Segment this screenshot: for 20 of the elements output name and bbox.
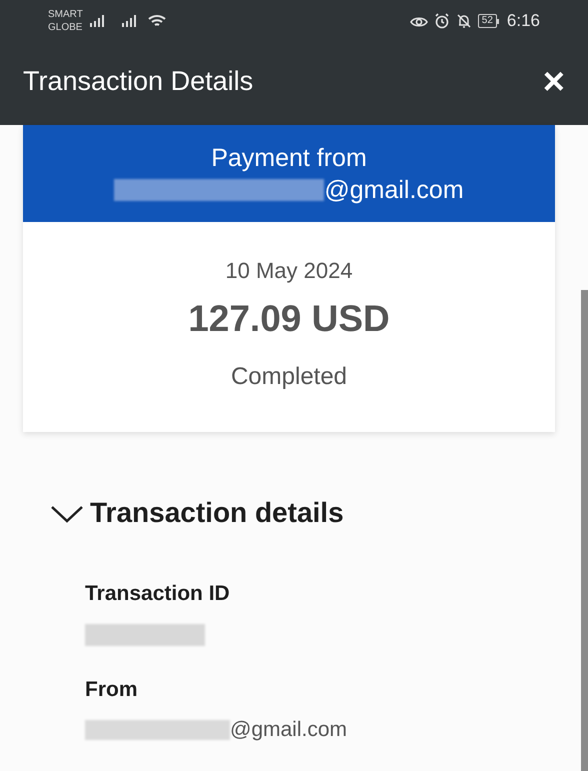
window-title: Transaction Details xyxy=(23,65,254,98)
chevron-down-icon xyxy=(50,503,84,523)
field-label: Transaction ID xyxy=(85,581,231,607)
email-domain: @gmail.com xyxy=(230,717,348,744)
banner-title: Payment from xyxy=(211,142,367,174)
amount-text: 127.09 USD xyxy=(188,297,390,341)
alarm-icon xyxy=(434,13,450,29)
clock-time: 6:16 xyxy=(506,10,540,32)
close-button[interactable]: × xyxy=(542,62,565,100)
email-domain: @gmail.com xyxy=(324,174,464,206)
muted-bell-icon xyxy=(456,13,472,29)
carrier-label: GLOBE xyxy=(48,21,83,34)
signal-icon xyxy=(120,14,139,28)
transaction-date: 10 May 2024 xyxy=(225,257,353,285)
carrier-label: SMART xyxy=(48,8,83,21)
battery-icon: 52 xyxy=(478,14,497,28)
section-toggle[interactable]: Transaction details xyxy=(50,492,344,534)
status-text: Completed xyxy=(230,362,348,392)
signal-icon xyxy=(88,14,107,28)
field-label: From xyxy=(85,676,138,702)
